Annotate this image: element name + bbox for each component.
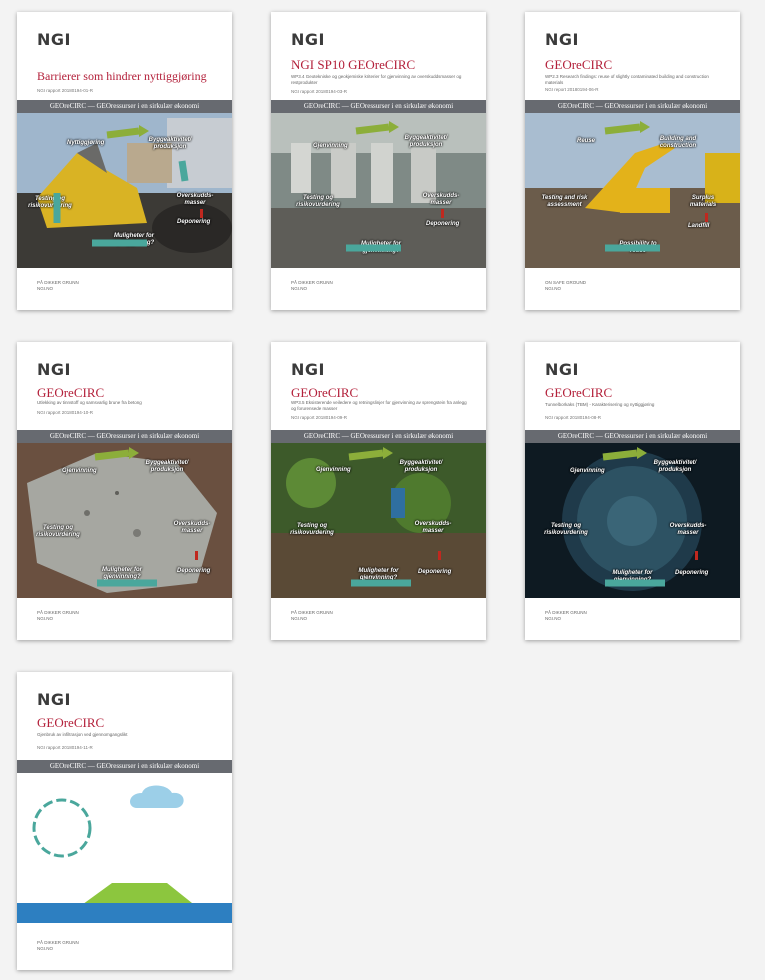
ngi-logo: NGI [545,30,579,49]
footer-line-2: NGI.NO [545,286,562,291]
report-ref: NGI rapport 20180194-10-R [37,410,94,415]
report-subtitle: Tunnelborkaks (TBM) - Karakterisering og… [545,402,655,407]
report-subtitle: WP3.4 Geotekniske og geokjemiske kriteri… [291,74,462,85]
ngi-logo: NGI [37,30,71,49]
report-cover-2[interactable]: NGI NGI SP10 GEOreCIRC WP3.4 Geotekniske… [271,12,486,310]
report-title: Barrierer som hindrer nyttiggjøring [37,69,207,83]
ngi-logo: NGI [545,360,579,379]
report-ref: NGI report 20180194-06-R [545,87,599,92]
report-cover-5[interactable]: NGI GEOreCIRC WP3.5 Eksisterende veilede… [271,342,486,640]
cycle-arrows [604,121,708,252]
report-subtitle: WP3.5 Eksisterende veiledere og retnings… [291,400,467,411]
report-title: NGI SP10 GEOreCIRC [291,57,416,72]
report-subtitle: WP2.3 Research findings: reuse of slight… [545,74,709,85]
series-band: GEOreCIRC — GEOressurser i en sirkulær ø… [17,100,232,113]
report-cover-7[interactable]: NGI GEOreCIRC Gjenbruk av infiltrasjon v… [17,672,232,970]
series-band: GEOreCIRC — GEOressurser i en sirkulær ø… [17,430,232,443]
report-ref: NGI rapport 20180194-01-R [37,88,94,93]
series-band: GEOreCIRC — GEOressurser i en sirkulær ø… [271,100,486,113]
footer-line-2: NGI.NO [37,946,54,951]
footer-line-2: NGI.NO [37,616,54,621]
series-band: GEOreCIRC — GEOressurser i en sirkulær ø… [17,760,232,773]
footer-line-2: NGI.NO [291,286,308,291]
footer-line-2: NGI.NO [291,616,308,621]
cover-photo: Gjenvinning Byggeaktivitet/ produksjon T… [271,443,486,598]
footer-line-2: NGI.NO [545,616,562,621]
report-ref: NGI rapport 20180194-03-R [291,89,348,94]
report-cover-6[interactable]: NGI GEOreCIRC Tunnelborkaks (TBM) - Kara… [525,342,740,640]
cover-photo: Gjenvinning Byggeaktivitet/ produksjon T… [525,443,740,598]
cover-photo: Gjenvinning Byggeaktivitet/ produksjon T… [271,113,486,268]
report-title: GEOreCIRC [37,715,105,730]
report-ref: NGI rapport 20180194-09-R [291,415,348,420]
report-cover-4[interactable]: NGI GEOreCIRC Utlekking av tinnstoff og … [17,342,232,640]
footer-line-2: NGI.NO [37,286,54,291]
cover-photo: Gjenvinning Byggeaktivitet/ produksjon T… [17,443,232,598]
report-ref: NGI rapport 20180194-11-R [37,745,93,750]
report-title: GEOreCIRC [291,385,359,400]
report-title: GEOreCIRC [545,385,613,400]
series-band: GEOreCIRC — GEOressurser i en sirkulær ø… [525,100,740,113]
ngi-logo: NGI [37,360,71,379]
series-band: GEOreCIRC — GEOressurser i en sirkulær ø… [271,430,486,443]
ngi-logo: NGI [291,30,325,49]
cycle-arrows [346,121,444,252]
ngi-logo: NGI [37,690,71,709]
cover-photo: Nyttiggjøring Byggeaktivitet/ produksjon… [17,113,232,268]
cycle-arrows [53,125,203,247]
report-cover-3[interactable]: NGI GEOreCIRC WP2.3 Research findings: r… [525,12,740,310]
series-band: GEOreCIRC — GEOressurser i en sirkulær ø… [525,430,740,443]
report-subtitle: Utlekking av tinnstoff og samsvarlig bru… [37,400,142,405]
cover-photo: Reuse Building and construction Testing … [525,113,740,268]
report-title: GEOreCIRC [37,385,105,400]
cycle-arrows [602,447,698,587]
report-title: GEOreCIRC [545,57,613,72]
report-subtitle: Gjenbruk av infiltrasjon ved gjennomgang… [37,732,128,737]
cycle-arrows [348,447,441,587]
ngi-logo: NGI [291,360,325,379]
cover-diagram [17,773,232,928]
cycle-arrows [94,447,198,587]
report-ref: NGI rapport 20180194-08-R [545,415,602,420]
report-cover-1[interactable]: NGI Barrierer som hindrer nyttiggjøring … [17,12,232,310]
infiltration-diagram [17,785,232,923]
